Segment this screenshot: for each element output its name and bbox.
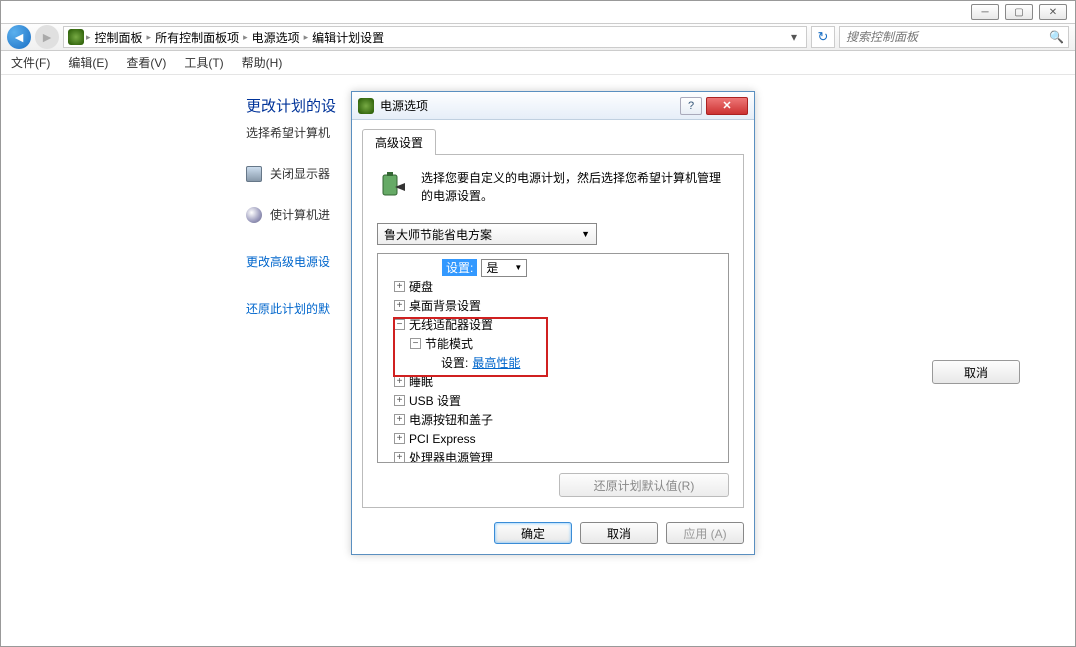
dialog-close-button[interactable]: ✕ [706, 97, 748, 115]
cancel-button[interactable]: 取消 [580, 522, 658, 544]
expand-icon[interactable]: + [394, 376, 405, 387]
chevron-right-icon: ▸ [86, 32, 91, 43]
window-frame: ─ ▢ ✕ ◄ ► ▸ 控制面板 ▸ 所有控制面板项 ▸ 电源选项 ▸ 编辑计划… [0, 0, 1076, 647]
restore-defaults-button[interactable]: 还原计划默认值(R) [559, 473, 729, 497]
maximize-button[interactable]: ▢ [1005, 4, 1033, 20]
menu-file[interactable]: 文件(F) [11, 54, 50, 71]
power-plan-select[interactable]: 鲁大师节能省电方案 ▼ [377, 223, 597, 245]
expand-icon[interactable]: + [394, 281, 405, 292]
battery-plug-icon [377, 169, 409, 201]
tree-item-wireless[interactable]: − 无线适配器设置 [380, 315, 726, 334]
tree-setting-row[interactable]: 设置: 是 ▼ [380, 258, 726, 277]
option-label: 关闭显示器 [270, 165, 330, 182]
chevron-down-icon: ▼ [514, 263, 522, 272]
selected-plan-label: 鲁大师节能省电方案 [384, 226, 492, 243]
tree-item-hdd[interactable]: + 硬盘 [380, 277, 726, 296]
monitor-icon [246, 166, 262, 182]
tab-strip: 高级设置 [362, 128, 744, 154]
power-options-dialog: 电源选项 ? ✕ 高级设置 选择您要自定义的电源计划，然后选择您希望计算机管理的… [351, 91, 755, 555]
chevron-right-icon: ▸ [243, 32, 248, 43]
breadcrumb[interactable]: ▸ 控制面板 ▸ 所有控制面板项 ▸ 电源选项 ▸ 编辑计划设置 ▾ [63, 26, 807, 48]
option-label: 使计算机进 [270, 206, 330, 223]
tree-item-cpu-power[interactable]: + 处理器电源管理 [380, 448, 726, 463]
breadcrumb-item[interactable]: 所有控制面板项 [153, 29, 241, 46]
back-button[interactable]: ◄ [7, 25, 31, 49]
setting-label-selected: 设置: [442, 259, 477, 276]
navigation-bar: ◄ ► ▸ 控制面板 ▸ 所有控制面板项 ▸ 电源选项 ▸ 编辑计划设置 ▾ ↻… [1, 23, 1075, 51]
search-icon[interactable]: 🔍 [1049, 30, 1064, 44]
tree-item-power-mode-setting[interactable]: 设置: 最高性能 [380, 353, 726, 372]
expand-icon[interactable]: + [394, 452, 405, 463]
apply-button[interactable]: 应用 (A) [666, 522, 744, 544]
control-panel-icon [68, 29, 84, 45]
tree-item-power-button[interactable]: + 电源按钮和盖子 [380, 410, 726, 429]
search-box[interactable]: 🔍 [839, 26, 1069, 48]
ok-button[interactable]: 确定 [494, 522, 572, 544]
tree-item-desktop-bg[interactable]: + 桌面背景设置 [380, 296, 726, 315]
cancel-button-underlay[interactable]: 取消 [932, 360, 1020, 384]
breadcrumb-item[interactable]: 编辑计划设置 [310, 29, 386, 46]
dialog-description: 选择您要自定义的电源计划，然后选择您希望计算机管理的电源设置。 [421, 169, 729, 205]
chevron-right-icon: ▸ [147, 32, 152, 43]
expand-icon[interactable]: + [394, 414, 405, 425]
window-titlebar: ─ ▢ ✕ [1, 1, 1075, 23]
collapse-icon[interactable]: − [394, 319, 405, 330]
close-button[interactable]: ✕ [1039, 4, 1067, 20]
power-icon [358, 98, 374, 114]
tree-item-pci-express[interactable]: + PCI Express [380, 429, 726, 448]
menu-help[interactable]: 帮助(H) [242, 54, 283, 71]
menu-bar: 文件(F) 编辑(E) 查看(V) 工具(T) 帮助(H) [1, 51, 1075, 75]
tab-advanced-settings[interactable]: 高级设置 [362, 129, 436, 155]
moon-icon [246, 207, 262, 223]
expand-icon[interactable]: + [394, 433, 405, 444]
expand-icon[interactable]: + [394, 300, 405, 311]
collapse-icon[interactable]: − [410, 338, 421, 349]
refresh-button[interactable]: ↻ [811, 26, 835, 48]
tree-item-usb[interactable]: + USB 设置 [380, 391, 726, 410]
chevron-down-icon: ▼ [581, 229, 590, 239]
breadcrumb-item[interactable]: 电源选项 [250, 29, 302, 46]
help-button[interactable]: ? [680, 97, 702, 115]
tab-panel: 选择您要自定义的电源计划，然后选择您希望计算机管理的电源设置。 鲁大师节能省电方… [362, 154, 744, 508]
forward-button: ► [35, 25, 59, 49]
dialog-titlebar[interactable]: 电源选项 ? ✕ [352, 92, 754, 120]
tree-item-power-mode[interactable]: − 节能模式 [380, 334, 726, 353]
search-input[interactable] [844, 29, 1049, 45]
dialog-button-row: 确定 取消 应用 (A) [362, 522, 744, 544]
tree-item-sleep[interactable]: + 睡眠 [380, 372, 726, 391]
dialog-title: 电源选项 [380, 97, 680, 114]
menu-tools[interactable]: 工具(T) [184, 54, 223, 71]
minimize-button[interactable]: ─ [971, 4, 999, 20]
chevron-right-icon: ▸ [304, 32, 309, 43]
expand-icon[interactable]: + [394, 395, 405, 406]
setting-value-dropdown[interactable]: 是 ▼ [481, 259, 527, 277]
settings-tree[interactable]: 设置: 是 ▼ + 硬盘 + 桌面背景设置 [377, 253, 729, 463]
dialog-body: 高级设置 选择您要自定义的电源计划，然后选择您希望计算机管理的电源设置。 鲁大师… [352, 120, 754, 554]
breadcrumb-item[interactable]: 控制面板 [93, 29, 145, 46]
setting-value-link[interactable]: 最高性能 [472, 354, 520, 371]
menu-view[interactable]: 查看(V) [126, 54, 166, 71]
menu-edit[interactable]: 编辑(E) [68, 54, 108, 71]
breadcrumb-dropdown[interactable]: ▾ [786, 30, 802, 44]
